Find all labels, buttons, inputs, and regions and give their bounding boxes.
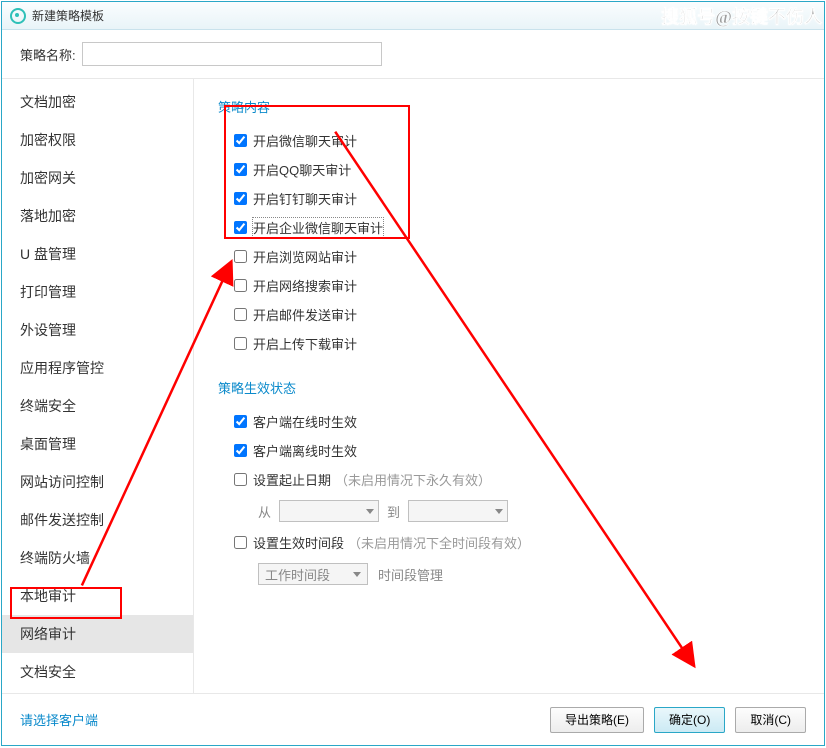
check-enterprise-wechat-audit-input[interactable] — [234, 221, 247, 234]
check-online-effective: 客户端在线时生效 — [218, 407, 800, 436]
check-offline-effective: 客户端离线时生效 — [218, 436, 800, 465]
sidebar-item-encrypt-perm[interactable]: 加密权限 — [2, 121, 193, 159]
app-icon — [10, 8, 26, 24]
check-mail-audit: 开启邮件发送审计 — [218, 300, 800, 329]
section-effective-title: 策略生效状态 — [218, 378, 800, 397]
check-wechat-audit-input[interactable] — [234, 134, 247, 147]
policy-name-row: 策略名称: — [2, 30, 824, 79]
check-search-audit: 开启网络搜索审计 — [218, 271, 800, 300]
section-policy-content-title: 策略内容 — [218, 97, 800, 116]
cancel-button[interactable]: 取消(C) — [735, 707, 806, 733]
check-browse-audit: 开启浏览网站审计 — [218, 242, 800, 271]
check-online-effective-input[interactable] — [234, 415, 247, 428]
check-enterprise-wechat-audit: 开启企业微信聊天审计 — [218, 213, 800, 242]
sidebar-item-land-encrypt[interactable]: 落地加密 — [2, 197, 193, 235]
chevron-down-icon — [366, 509, 374, 514]
ok-button[interactable]: 确定(O) — [654, 707, 725, 733]
content-panel: 策略内容 开启微信聊天审计 开启QQ聊天审计 开启钉钉聊天审计 开启企业微信聊天… — [194, 79, 824, 693]
sidebar-item-usb[interactable]: U 盘管理 — [2, 235, 193, 273]
sidebar-item-endpoint-security[interactable]: 终端安全 — [2, 387, 193, 425]
check-mail-audit-input[interactable] — [234, 308, 247, 321]
body: 文档加密 加密权限 加密网关 落地加密 U 盘管理 打印管理 外设管理 应用程序… — [2, 79, 824, 693]
check-dingtalk-audit: 开启钉钉聊天审计 — [218, 184, 800, 213]
check-date-range: 设置起止日期 （未启用情况下永久有效） — [218, 465, 800, 494]
sidebar: 文档加密 加密权限 加密网关 落地加密 U 盘管理 打印管理 外设管理 应用程序… — [2, 79, 194, 693]
check-time-range-input[interactable] — [234, 536, 247, 549]
titlebar: 新建策略模板 — [2, 2, 824, 30]
date-to-select[interactable] — [408, 500, 508, 522]
footer: 请选择客户端 导出策略(E) 确定(O) 取消(C) — [2, 693, 824, 745]
date-range-row: 从 到 — [218, 494, 800, 528]
policy-name-label: 策略名称: — [20, 45, 76, 64]
sidebar-item-doc-encrypt[interactable]: 文档加密 — [2, 83, 193, 121]
select-client-link[interactable]: 请选择客户端 — [20, 710, 98, 729]
export-policy-button[interactable]: 导出策略(E) — [550, 707, 644, 733]
check-qq-audit-input[interactable] — [234, 163, 247, 176]
sidebar-item-web-access[interactable]: 网站访问控制 — [2, 463, 193, 501]
chevron-down-icon — [353, 572, 361, 577]
check-updown-audit: 开启上传下载审计 — [218, 329, 800, 358]
time-manage-link[interactable]: 时间段管理 — [378, 565, 443, 584]
date-to-label: 到 — [387, 502, 400, 521]
window-title: 新建策略模板 — [32, 7, 104, 24]
sidebar-item-encrypt-gateway[interactable]: 加密网关 — [2, 159, 193, 197]
sidebar-item-desktop[interactable]: 桌面管理 — [2, 425, 193, 463]
check-qq-audit: 开启QQ聊天审计 — [218, 155, 800, 184]
date-from-select[interactable] — [279, 500, 379, 522]
time-range-row: 工作时间段 时间段管理 — [218, 557, 800, 591]
sidebar-item-local-audit[interactable]: 本地审计 — [2, 577, 193, 615]
sidebar-item-peripheral[interactable]: 外设管理 — [2, 311, 193, 349]
check-updown-audit-input[interactable] — [234, 337, 247, 350]
policy-name-input[interactable] — [82, 42, 382, 66]
time-segment-select[interactable]: 工作时间段 — [258, 563, 368, 585]
sidebar-item-network-audit[interactable]: 网络审计 — [2, 615, 193, 653]
sidebar-item-app-control[interactable]: 应用程序管控 — [2, 349, 193, 387]
sidebar-item-doc-security[interactable]: 文档安全 — [2, 653, 193, 691]
chevron-down-icon — [495, 509, 503, 514]
check-offline-effective-input[interactable] — [234, 444, 247, 457]
date-from-label: 从 — [258, 502, 271, 521]
check-date-range-input[interactable] — [234, 473, 247, 486]
dialog-window: 新建策略模板 策略名称: 文档加密 加密权限 加密网关 落地加密 U 盘管理 打… — [1, 1, 825, 746]
check-time-range: 设置生效时间段 （未启用情况下全时间段有效） — [218, 528, 800, 557]
sidebar-item-firewall[interactable]: 终端防火墙 — [2, 539, 193, 577]
check-browse-audit-input[interactable] — [234, 250, 247, 263]
sidebar-item-mail-send[interactable]: 邮件发送控制 — [2, 501, 193, 539]
sidebar-item-print[interactable]: 打印管理 — [2, 273, 193, 311]
check-dingtalk-audit-input[interactable] — [234, 192, 247, 205]
check-wechat-audit: 开启微信聊天审计 — [218, 126, 800, 155]
check-search-audit-input[interactable] — [234, 279, 247, 292]
